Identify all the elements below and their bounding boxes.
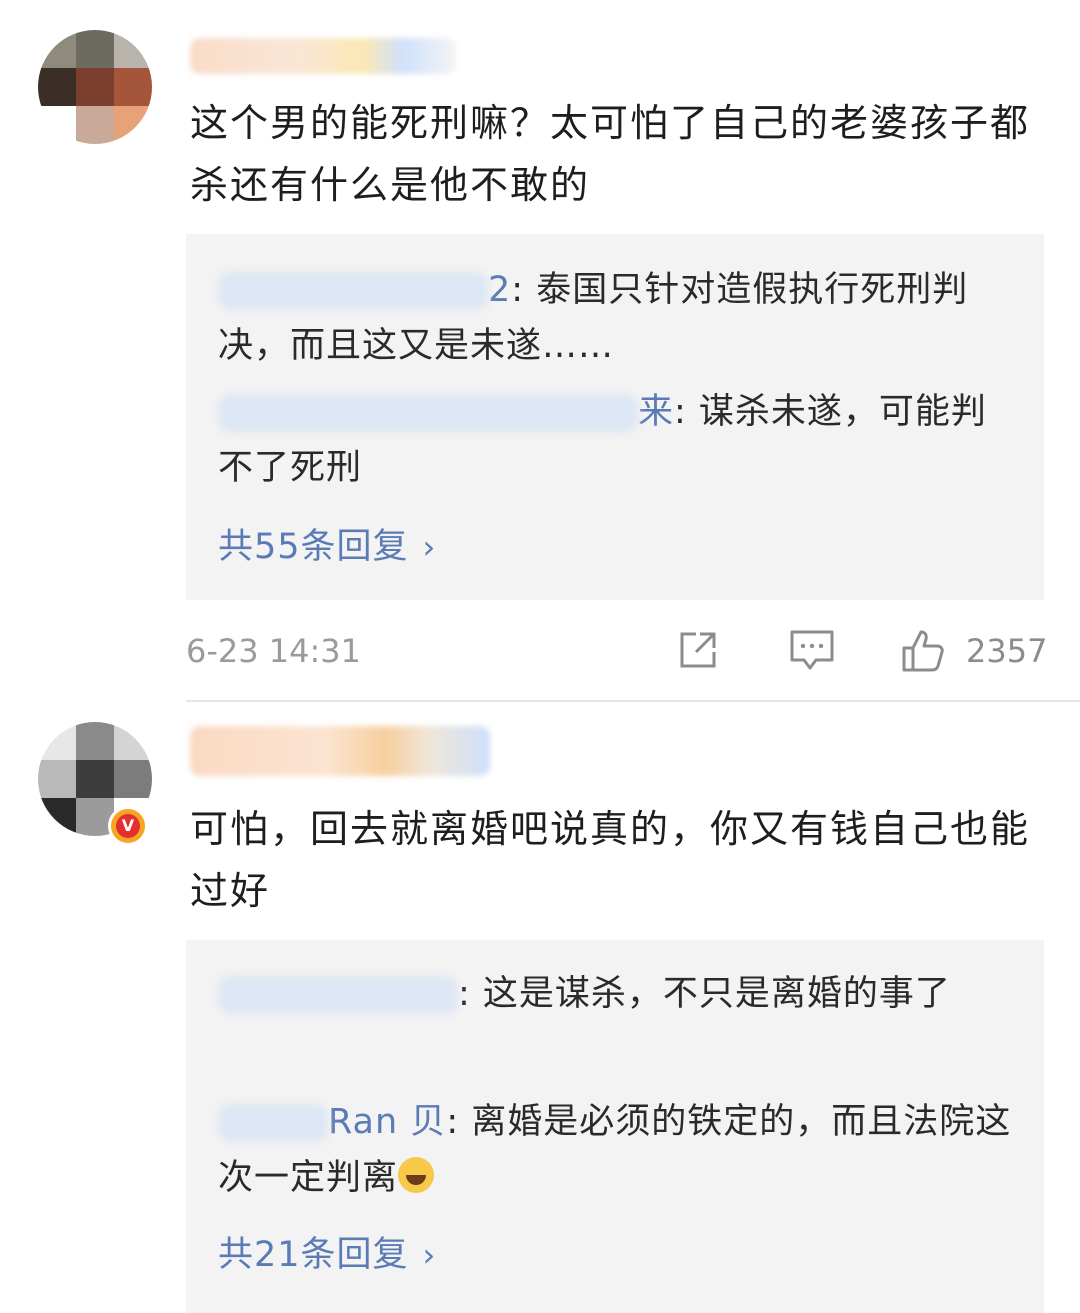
username-blurred-2[interactable] xyxy=(190,726,490,776)
comment-icon[interactable] xyxy=(788,628,836,676)
like-icon[interactable] xyxy=(900,628,948,676)
avatar-1[interactable] xyxy=(38,30,152,144)
more-replies-link-2[interactable]: 共21条回复 › xyxy=(218,1226,436,1277)
comment-meta-1: 6-23 14:31 2357 xyxy=(186,628,1048,676)
divider xyxy=(186,700,1080,702)
comment-text-1: 这个男的能死刑嘛？太可怕了自己的老婆孩子都杀还有什么是他不敢的 xyxy=(190,101,1031,207)
reply-username-blurred xyxy=(218,394,638,432)
reply-username-tail: 2 xyxy=(488,270,512,310)
reply-text: : 这是谋杀，不只是离婚的事了 xyxy=(458,974,951,1014)
reply-username-blurred xyxy=(218,1104,328,1142)
like-count: 2357 xyxy=(966,632,1048,670)
verified-badge-icon: V xyxy=(108,806,148,846)
more-replies-label: 共21条回复 xyxy=(218,1235,409,1275)
timestamp: 6-23 14:31 xyxy=(186,632,362,670)
reply-username-tail: Ran 贝 xyxy=(328,1102,447,1142)
reply-2-1[interactable]: : 这是谋杀，不只是离婚的事了 xyxy=(218,966,1018,1022)
comment-text-2: 可怕，回去就离婚吧说真的，你又有钱自己也能过好 xyxy=(190,807,1031,913)
username-blurred-1[interactable] xyxy=(190,38,456,74)
more-replies-label: 共55条回复 xyxy=(218,527,409,567)
reply-username-tail: 来 xyxy=(638,392,675,432)
chevron-right-icon: › xyxy=(422,1236,437,1274)
reply-username-blurred xyxy=(218,272,488,310)
more-replies-link-1[interactable]: 共55条回复 › xyxy=(218,518,436,569)
reply-1-2[interactable]: 来: 谋杀未遂，可能判不了死刑 xyxy=(218,384,1018,496)
reply-username-blurred xyxy=(218,976,458,1014)
share-icon[interactable] xyxy=(676,628,720,676)
laughing-crying-emoji xyxy=(398,1157,435,1193)
reply-2-2[interactable]: Ran 贝: 离婚是必须的铁定的，而且法院这次一定判离 xyxy=(218,1094,1018,1206)
reply-1-1[interactable]: 2: 泰国只针对造假执行死刑判决，而且这又是未遂…… xyxy=(218,262,1018,374)
chevron-right-icon: › xyxy=(422,528,437,566)
